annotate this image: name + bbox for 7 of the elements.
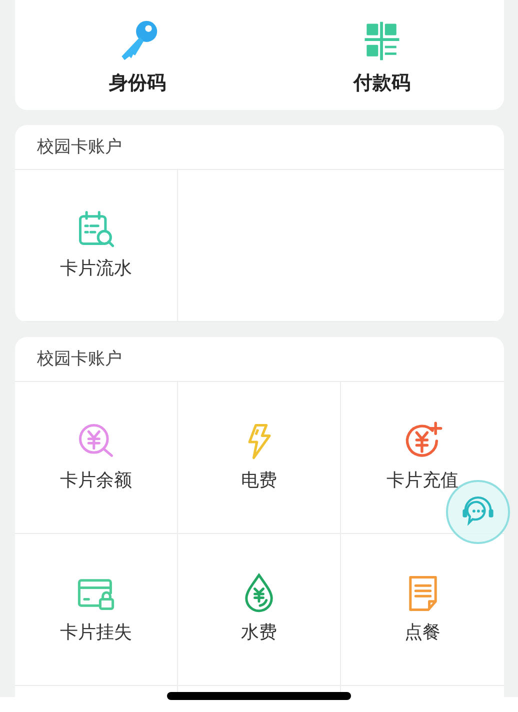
menu-item[interactable]: 卡片挂失 bbox=[15, 534, 178, 686]
payment-code-button[interactable]: 付款码 bbox=[260, 0, 504, 110]
menu-item[interactable]: 电费 bbox=[178, 382, 341, 534]
id-code-button[interactable]: 身份码 bbox=[15, 0, 260, 110]
menu-item[interactable]: 水费 bbox=[178, 534, 341, 686]
menu-item[interactable]: 卡片流水 bbox=[15, 170, 178, 322]
menu-item[interactable]: 卡片余额 bbox=[15, 382, 178, 534]
